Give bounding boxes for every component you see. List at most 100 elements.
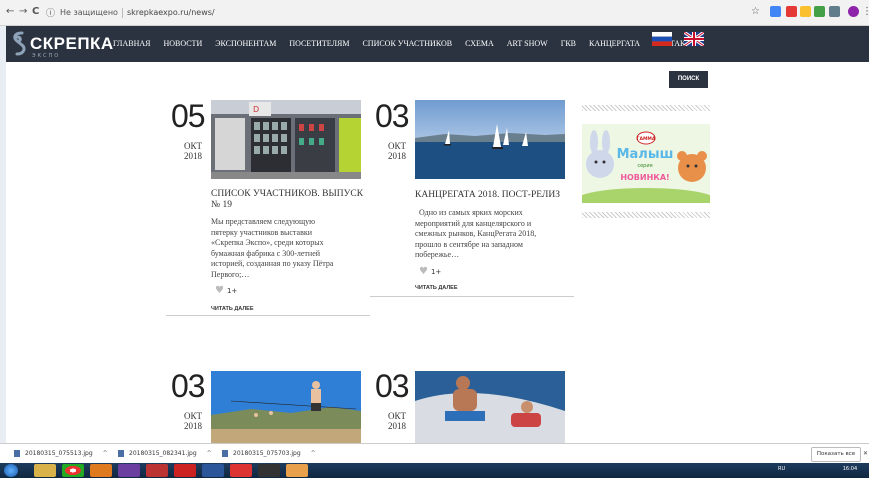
clock[interactable]: 16:04 (843, 466, 857, 472)
app-taskbar-icon[interactable] (286, 464, 308, 477)
post-divider (166, 315, 370, 316)
like-button[interactable]: ♥ 1+ (419, 266, 441, 277)
chevron-up-icon[interactable]: ^ (311, 450, 316, 457)
read-more-link[interactable]: ЧИТАТЬ ДАЛЕЕ (211, 306, 254, 312)
post-date-day: 05 (171, 98, 206, 134)
download-item[interactable]: 20180315_075703.jpg ^ (222, 450, 316, 457)
banner-title: Малыш (617, 147, 674, 162)
download-item[interactable]: 20180315_082341.jpg ^ (118, 450, 212, 457)
profile-avatar[interactable] (848, 6, 859, 17)
app-taskbar-icon[interactable] (90, 464, 112, 477)
post-title-link[interactable]: СПИСОК УЧАСТНИКОВ. ВЫПУСК № 19 (211, 189, 371, 211)
sidebar-banner-ad[interactable]: ГАММА Малыш серия НОВИНКА! (582, 124, 710, 203)
site-header: СКРЕПКА ЭКСПО ГЛАВНАЯ НОВОСТИ ЭКСПОНЕНТА… (6, 26, 869, 62)
image-file-icon (222, 450, 228, 457)
image-file-icon (14, 450, 20, 457)
menu-item-gkv[interactable]: ГКВ (561, 39, 576, 48)
post-excerpt: Мы представляем следующую пятерку участн… (211, 217, 334, 279)
sidebar-divider (582, 212, 710, 218)
extension-icon[interactable] (800, 6, 811, 17)
post-thumbnail-sailboats[interactable] (415, 100, 565, 179)
word-taskbar-icon[interactable] (202, 464, 224, 477)
read-more-link[interactable]: ЧИТАТЬ ДАЛЕЕ (415, 285, 458, 291)
menu-item-home[interactable]: ГЛАВНАЯ (113, 39, 150, 48)
heart-icon: ♥ (215, 285, 224, 296)
viber-taskbar-icon[interactable] (118, 464, 140, 477)
menu-item-scheme[interactable]: СХЕМА (465, 39, 494, 48)
banner-brand: ГАММА (637, 136, 656, 142)
post-thumbnail-boat-crew[interactable] (415, 371, 565, 443)
extension-icon[interactable] (786, 6, 797, 17)
post-date-day: 03 (171, 368, 206, 404)
show-all-downloads-button[interactable]: Показать все (811, 447, 861, 462)
image-file-icon (118, 450, 124, 457)
explorer-taskbar-icon[interactable] (34, 464, 56, 477)
post-date-year: 2018 (184, 421, 202, 431)
paperclip-logo-icon (13, 31, 26, 56)
menu-item-exhibitors[interactable]: ЭКСПОНЕНТАМ (215, 39, 276, 48)
downloads-bar: 20180315_075513.jpg ^ 20180315_082341.jpg… (0, 443, 869, 464)
post-excerpt: Одно из самых ярких морских мероприятий … (415, 208, 537, 259)
post-date-month: ОКТ (184, 141, 202, 151)
chrome-taskbar-icon[interactable] (62, 464, 84, 477)
post-thumbnail-store-shelves[interactable]: D (211, 100, 361, 179)
chevron-up-icon[interactable]: ^ (103, 450, 108, 457)
security-label: Не защищено (60, 8, 118, 17)
post-date-year: 2018 (184, 151, 202, 161)
sidebar-divider (582, 105, 710, 111)
like-count: 1+ (430, 268, 442, 276)
search-button[interactable]: ПОИСК (669, 71, 708, 88)
post-title-link[interactable]: КАНЦРЕГАТА 2018. ПОСТ-РЕЛИЗ (415, 190, 575, 201)
browser-menu-icon[interactable]: ⋮ (862, 6, 869, 17)
post-date-year: 2018 (388, 421, 406, 431)
menu-item-news[interactable]: НОВОСТИ (163, 39, 202, 48)
post-date-year: 2018 (388, 151, 406, 161)
menu-item-participants[interactable]: СПИСОК УЧАСТНИКОВ (362, 39, 452, 48)
menu-item-kanceregata[interactable]: КАНЦЕРГАТА (589, 39, 640, 48)
post-date-month: ОКТ (388, 141, 406, 151)
back-icon[interactable]: ← (6, 6, 14, 17)
windows-taskbar: RU 16:04 (0, 463, 869, 478)
like-button[interactable]: ♥ 1+ (215, 285, 237, 296)
info-icon[interactable]: ⓘ (46, 6, 55, 19)
post-date-month: ОКТ (184, 411, 202, 421)
svg-text:D: D (253, 105, 259, 114)
bookmark-star-icon[interactable]: ☆ (751, 6, 760, 17)
heart-icon: ♥ (419, 266, 428, 277)
menu-item-visitors[interactable]: ПОСЕТИТЕЛЯМ (289, 39, 349, 48)
reload-icon[interactable]: C (32, 6, 39, 17)
system-tray: RU 16:04 (778, 466, 857, 472)
address-bar[interactable]: Не защищено skrepkaexpo.ru/news/ (60, 5, 620, 21)
app-taskbar-icon[interactable] (146, 464, 168, 477)
download-item[interactable]: 20180315_075513.jpg ^ (14, 450, 108, 457)
russian-flag-icon[interactable] (652, 32, 672, 46)
start-button[interactable] (4, 464, 18, 477)
extension-icon[interactable] (829, 6, 840, 17)
close-icon[interactable]: ✕ (863, 450, 868, 457)
yandex-taskbar-icon[interactable] (230, 464, 252, 477)
logo-text: СКРЕПКА (30, 34, 114, 53)
url-text: skrepkaexpo.ru/news/ (126, 8, 215, 17)
menu-item-art-show[interactable]: ART SHOW (507, 39, 548, 48)
post-thumbnail-volleyball[interactable] (211, 371, 361, 443)
main-menu: ГЛАВНАЯ НОВОСТИ ЭКСПОНЕНТАМ ПОСЕТИТЕЛЯМ … (113, 39, 708, 48)
page-content: ПОИСК 05 ОКТ 2018 D СПИСОК УЧАСТНИКОВ. В… (6, 62, 869, 443)
post-date-day: 03 (375, 98, 410, 134)
extension-icon[interactable] (770, 6, 781, 17)
pdf-taskbar-icon[interactable] (174, 464, 196, 477)
like-count: 1+ (226, 287, 238, 295)
browser-toolbar: ← → C ⓘ Не защищено skrepkaexpo.ru/news/ … (0, 0, 869, 26)
app-taskbar-icon[interactable] (258, 464, 280, 477)
logo-subtext: ЭКСПО (32, 53, 61, 59)
forward-icon[interactable]: → (19, 6, 27, 17)
banner-subtitle: серия (637, 163, 652, 169)
language-indicator[interactable]: RU (778, 466, 785, 472)
extension-icon[interactable] (814, 6, 825, 17)
post-divider (370, 296, 574, 297)
uk-flag-icon[interactable] (684, 32, 704, 46)
site-logo[interactable]: СКРЕПКА ЭКСПО (10, 28, 113, 60)
post-date-month: ОКТ (388, 411, 406, 421)
chevron-up-icon[interactable]: ^ (207, 450, 212, 457)
post-date-day: 03 (375, 368, 410, 404)
banner-new-label: НОВИНКА! (620, 173, 669, 182)
